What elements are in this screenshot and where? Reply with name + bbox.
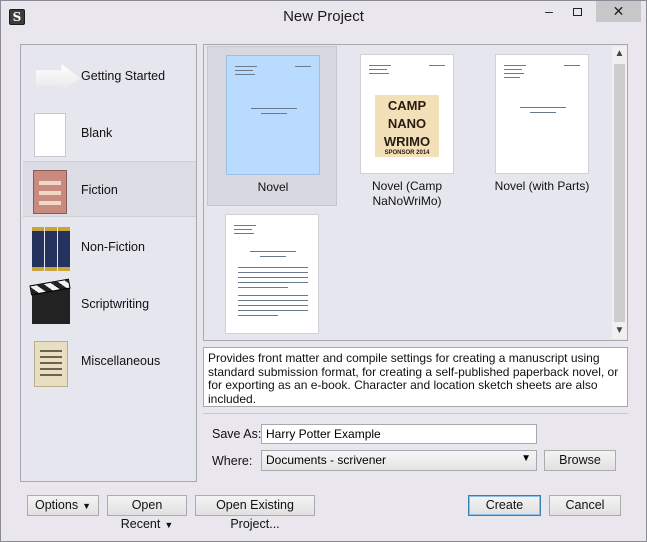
template-thumbnail: CAMP NANO WRIMO SPONSOR 2014 — [360, 54, 454, 174]
save-as-label: Save As: — [212, 427, 262, 441]
dropdown-arrow-icon: ▼ — [164, 520, 174, 530]
where-select-value: Documents - scrivener — [266, 453, 387, 467]
maximize-button[interactable] — [564, 1, 590, 22]
where-select[interactable]: Documents - scrivener ▼ — [261, 450, 537, 471]
chevron-down-icon: ▼ — [521, 453, 531, 464]
scrollbar-thumb[interactable] — [614, 64, 625, 322]
category-label: Miscellaneous — [81, 354, 161, 368]
close-button[interactable]: ✕ — [596, 1, 641, 22]
template-label: Novel (Camp NaNoWriMo) — [371, 179, 443, 208]
template-description: Provides front matter and compile settin… — [203, 347, 628, 407]
template-novel[interactable]: Novel — [207, 46, 337, 206]
category-label: Non-Fiction — [81, 240, 145, 254]
clapperboard-icon — [29, 278, 71, 324]
category-label: Fiction — [81, 183, 118, 197]
template-label: Novel — [257, 180, 289, 194]
template-novel-camp-nanowrimo[interactable]: CAMP NANO WRIMO SPONSOR 2014 Novel (Camp… — [342, 46, 472, 208]
browse-button[interactable]: Browse — [544, 450, 616, 471]
minimize-button[interactable]: ‒ — [536, 1, 562, 22]
template-thumbnail — [226, 55, 320, 175]
open-existing-project-button[interactable]: Open Existing Project... — [195, 495, 315, 531]
options-button[interactable]: Options ▼ — [27, 495, 99, 516]
category-list: Getting Started Blank Fiction Non-Fictio… — [20, 44, 197, 482]
maximize-icon — [572, 8, 582, 16]
options-label: Options — [34, 498, 79, 512]
fiction-book-icon — [32, 170, 68, 214]
category-miscellaneous[interactable]: Miscellaneous — [23, 333, 196, 389]
category-blank[interactable]: Blank — [23, 105, 196, 161]
template-manuscript[interactable] — [207, 208, 337, 338]
template-label: Novel (with Parts) — [494, 179, 590, 193]
scroll-up-icon[interactable]: ▲ — [612, 46, 627, 62]
camp-nanowrimo-logo: CAMP NANO WRIMO SPONSOR 2014 — [375, 95, 439, 157]
template-novel-with-parts[interactable]: Novel (with Parts) — [477, 46, 607, 206]
category-fiction[interactable]: Fiction — [23, 161, 196, 217]
new-project-dialog: S New Project ‒ ✕ Getting Started Blank … — [0, 0, 647, 542]
category-scriptwriting[interactable]: Scriptwriting — [23, 276, 196, 332]
category-label: Blank — [81, 126, 113, 140]
where-label: Where: — [212, 454, 253, 468]
category-non-fiction[interactable]: Non-Fiction — [23, 219, 196, 275]
cancel-button[interactable]: Cancel — [549, 495, 621, 516]
category-label: Scriptwriting — [81, 297, 150, 311]
template-thumbnail — [225, 214, 319, 334]
template-thumbnail — [495, 54, 589, 174]
notepaper-icon — [32, 341, 68, 387]
scroll-down-icon[interactable]: ▼ — [612, 323, 627, 339]
template-grid: Novel CAMP NANO WRIMO SPONSOR 2014 Novel… — [203, 44, 628, 341]
books-icon — [32, 227, 70, 271]
divider — [203, 413, 628, 414]
template-scrollbar[interactable]: ▲ ▼ — [612, 46, 627, 339]
open-recent-button[interactable]: Open Recent ▼ — [107, 495, 187, 531]
title-bar: S New Project ‒ ✕ — [1, 1, 646, 34]
save-as-input[interactable]: Harry Potter Example — [261, 424, 537, 444]
create-button[interactable]: Create — [468, 495, 541, 516]
blank-page-icon — [32, 113, 68, 157]
open-recent-label: Open Recent — [120, 498, 163, 531]
arrow-icon — [32, 56, 80, 96]
category-label: Getting Started — [81, 69, 166, 83]
dropdown-arrow-icon: ▼ — [82, 501, 91, 511]
category-getting-started[interactable]: Getting Started — [23, 48, 196, 104]
